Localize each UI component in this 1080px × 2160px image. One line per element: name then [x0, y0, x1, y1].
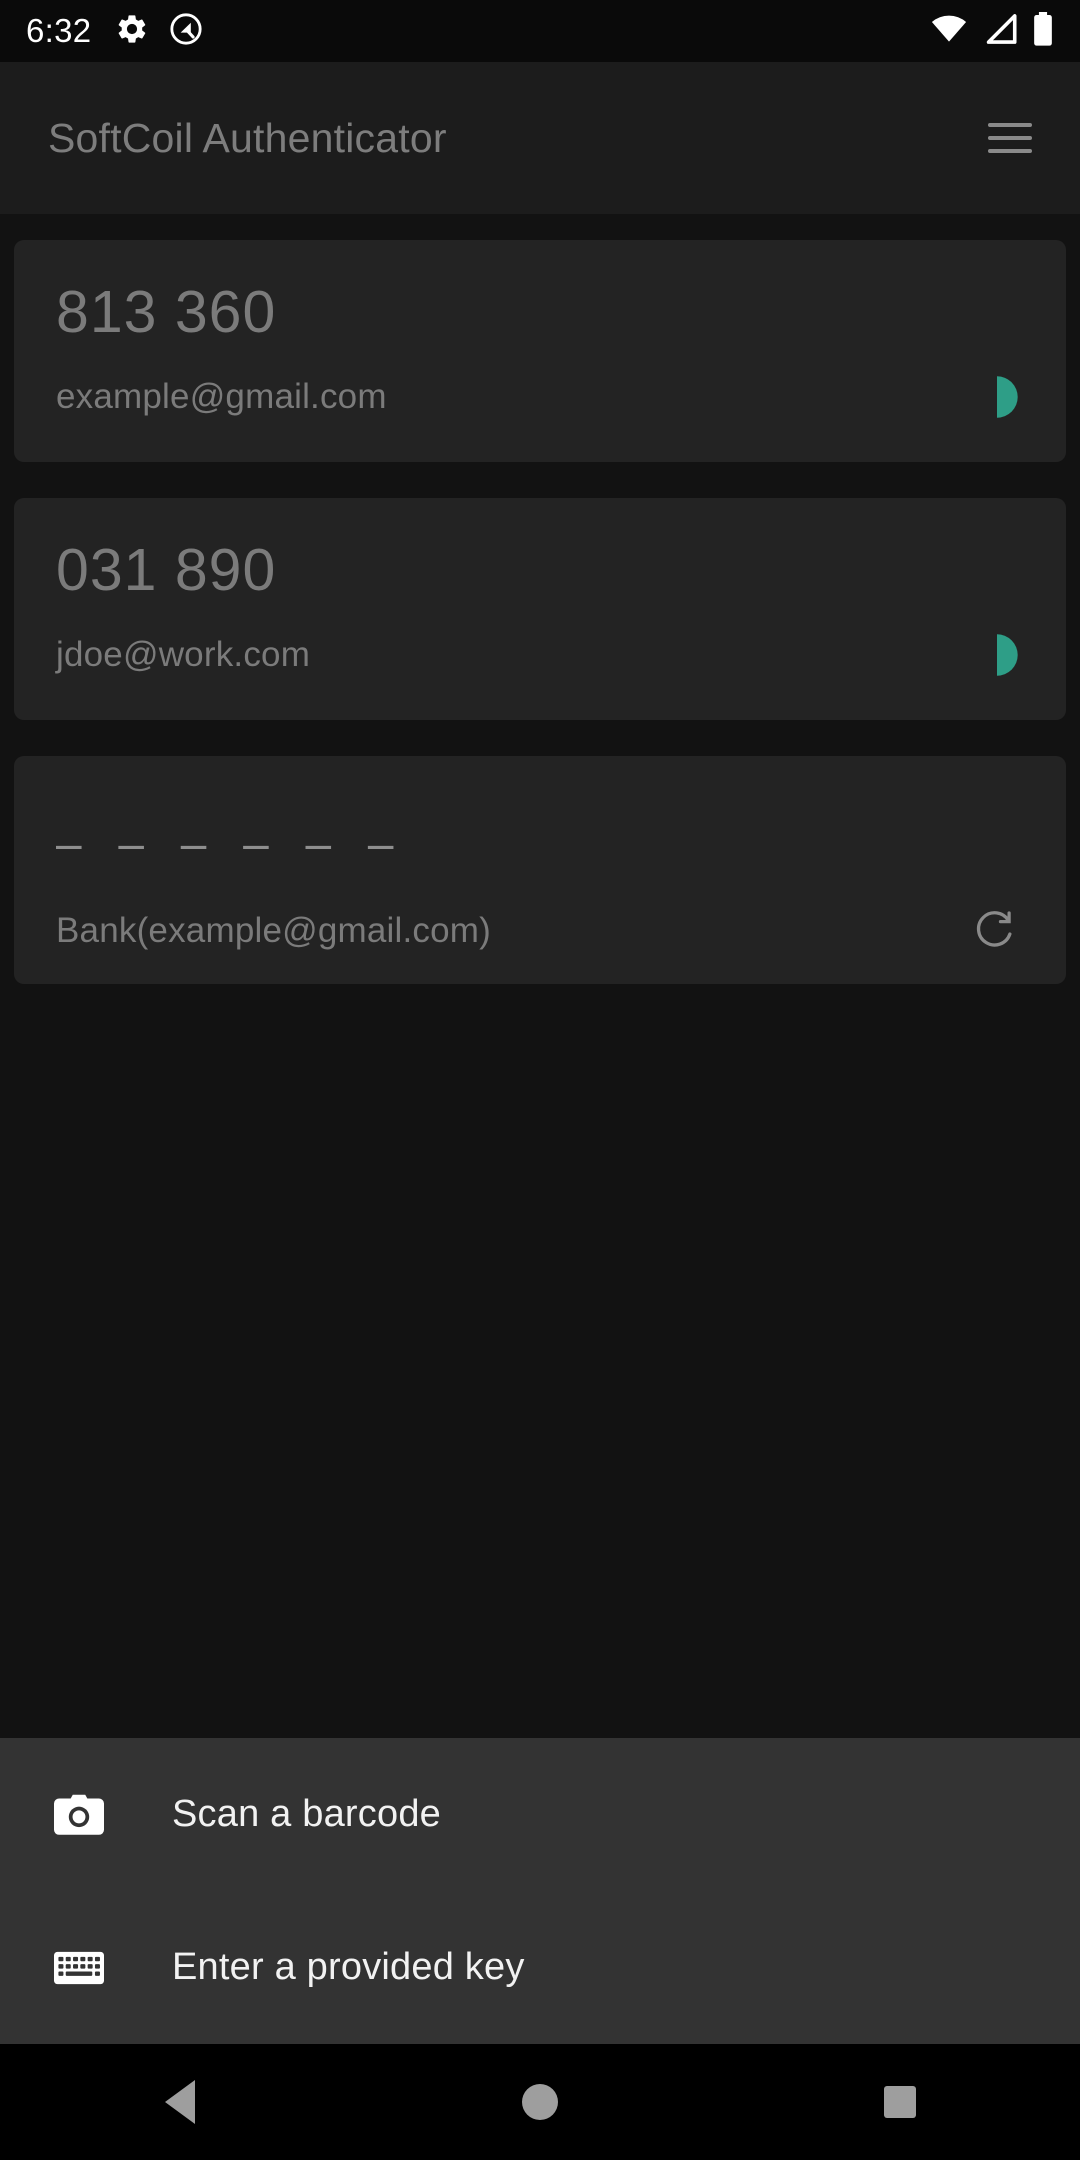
hamburger-line-1 [988, 123, 1032, 127]
otp-code-placeholder: – – – – – – [56, 817, 406, 869]
back-icon [165, 2080, 195, 2124]
keyboard-icon [54, 1948, 114, 1988]
android-navigation-bar [0, 2044, 1080, 2160]
account-card[interactable]: 031 890 jdoe@work.com [14, 498, 1066, 720]
sheet-item-label: Enter a provided key [172, 1946, 525, 1988]
battery-icon [1032, 11, 1054, 51]
otp-code: 813 360 [56, 279, 277, 345]
account-card[interactable]: – – – – – – Bank(example@gmail.com) [14, 756, 1066, 985]
nav-back-button[interactable] [90, 2044, 270, 2160]
account-list: 813 360 example@gmail.com 031 890 jdoe@w… [0, 214, 1080, 1738]
camera-icon [54, 1793, 114, 1837]
account-card-footer: Bank(example@gmail.com) [56, 908, 1024, 954]
account-label: jdoe@work.com [56, 634, 311, 674]
status-bar-system-icons [930, 11, 1054, 51]
countdown-pie-icon [974, 374, 1020, 420]
account-card[interactable]: 813 360 example@gmail.com [14, 240, 1066, 462]
sheet-item-enter-key[interactable]: Enter a provided key [0, 1891, 1080, 2044]
account-label: example@gmail.com [56, 376, 387, 416]
account-card-footer: jdoe@work.com [56, 632, 1024, 678]
nav-home-button[interactable] [450, 2044, 630, 2160]
account-card-footer: example@gmail.com [56, 374, 1024, 420]
countdown-pie-icon [974, 632, 1020, 678]
phone-screen: 6:32 SoftCoil Authenticator 813 360 exam… [0, 0, 1080, 2160]
add-account-bottom-sheet: Scan a barcode Enter a provided key [0, 1738, 1080, 2044]
android-q-icon [169, 12, 203, 51]
sheet-item-label: Scan a barcode [172, 1793, 441, 1835]
cellular-signal-icon [982, 13, 1018, 49]
page-title: SoftCoil Authenticator [48, 114, 447, 161]
hamburger-line-3 [988, 149, 1032, 153]
nav-recents-button[interactable] [810, 2044, 990, 2160]
refresh-icon[interactable] [970, 908, 1016, 954]
sheet-item-scan-barcode[interactable]: Scan a barcode [0, 1738, 1080, 1891]
status-bar-clock: 6:32 [26, 12, 92, 49]
account-label: Bank(example@gmail.com) [56, 911, 491, 951]
hamburger-line-2 [988, 136, 1032, 140]
app-bar: SoftCoil Authenticator [0, 62, 1080, 214]
wifi-icon [930, 14, 968, 49]
status-bar-notification-icons [115, 12, 203, 51]
recents-icon [884, 2086, 916, 2118]
gear-icon [115, 12, 149, 51]
hamburger-menu-icon[interactable] [988, 123, 1032, 153]
otp-code: 031 890 [56, 537, 277, 603]
home-icon [522, 2084, 558, 2120]
status-bar: 6:32 [0, 0, 1080, 62]
